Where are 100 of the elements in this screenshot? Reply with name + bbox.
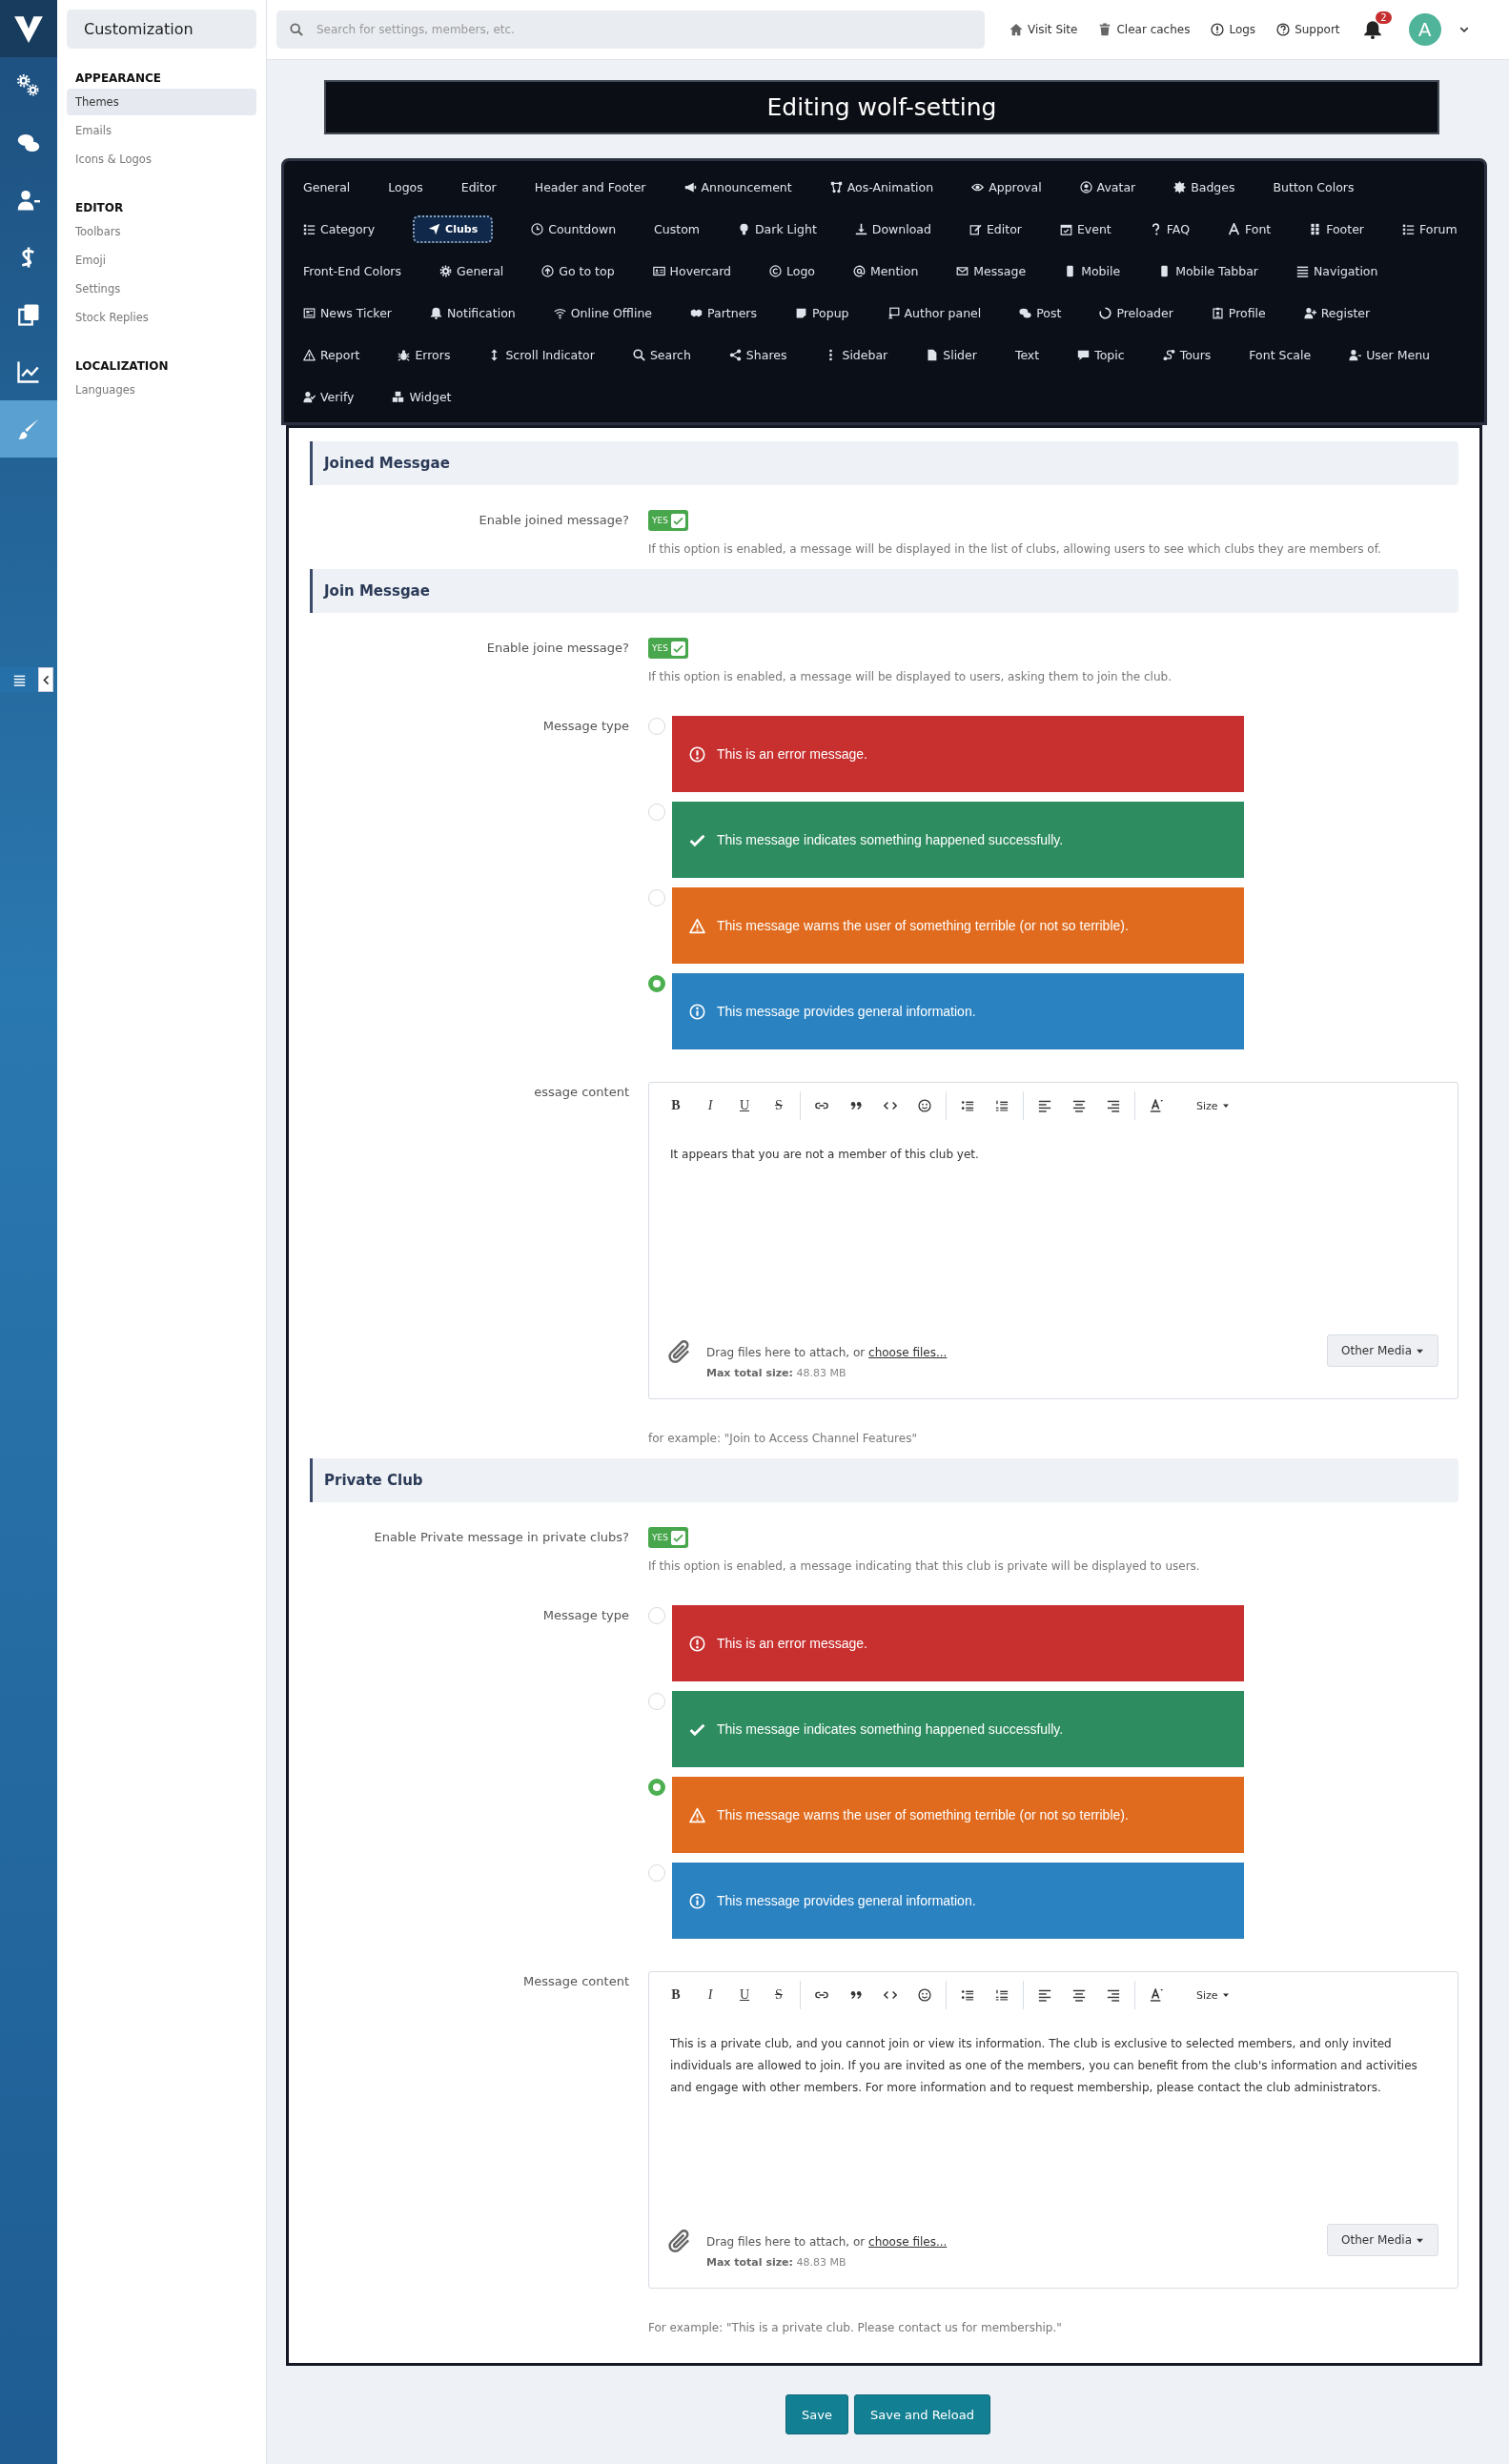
tab[interactable]: Button Colors (1273, 179, 1355, 194)
format-button[interactable]: U (727, 1091, 762, 1120)
tab[interactable]: Report (303, 347, 360, 362)
choose-files-link[interactable]: choose files... (868, 2235, 948, 2249)
search-field[interactable]: Search for settings, members, etc. (276, 10, 985, 49)
nav-link[interactable]: Icons & Logos (67, 146, 256, 173)
nav-link[interactable]: Emoji (67, 247, 256, 274)
tab[interactable]: Download (854, 221, 931, 236)
tab[interactable]: Post (1019, 305, 1062, 320)
circle-c-icon (769, 264, 782, 277)
nav-link[interactable]: Settings (67, 275, 256, 302)
nav-link[interactable]: Emails (67, 117, 256, 144)
tab[interactable]: Aos-Animation (829, 179, 934, 194)
user-icon (17, 189, 40, 212)
tab[interactable]: FAQ (1149, 221, 1190, 236)
size-dropdown[interactable]: Size (1187, 1988, 1239, 2002)
menu-button[interactable] (0, 667, 38, 692)
tab[interactable]: Dark Light (737, 221, 817, 236)
format-button[interactable]: B (659, 1981, 693, 2009)
comment-icon (1077, 348, 1091, 361)
tab[interactable]: Announcement (683, 179, 792, 194)
tab[interactable]: Header and Footer (534, 179, 646, 194)
radio-button[interactable] (648, 1779, 665, 1796)
tab[interactable]: Sidebar (825, 347, 888, 362)
tab[interactable]: Custom (654, 221, 700, 236)
tab[interactable]: Verify (303, 389, 355, 404)
tab[interactable]: Slider (926, 347, 977, 362)
tab[interactable]: User Menu (1349, 347, 1430, 362)
tab[interactable]: Countdown (531, 221, 617, 236)
collapse-button[interactable] (38, 667, 53, 692)
format-button[interactable]: S (762, 1981, 796, 2009)
size-dropdown[interactable]: Size (1187, 1099, 1239, 1112)
tab[interactable]: Font Scale (1249, 347, 1312, 362)
tab[interactable]: Topic (1077, 347, 1125, 362)
tab[interactable]: Footer (1309, 221, 1364, 236)
tab[interactable]: Go to top (541, 263, 615, 278)
save-button[interactable]: Save (785, 2394, 848, 2434)
tab[interactable]: General (439, 263, 504, 278)
tab[interactable]: Text (1014, 347, 1040, 362)
tab[interactable]: Preloader (1099, 305, 1173, 320)
save-and-reload-button[interactable]: Save and Reload (854, 2394, 990, 2434)
tab[interactable]: Avatar (1079, 179, 1136, 194)
format-button[interactable]: U (727, 1981, 762, 2009)
tab[interactable]: Font (1228, 221, 1272, 236)
tab[interactable]: Clubs (413, 214, 494, 243)
tab[interactable]: Hovercard (652, 263, 731, 278)
tab[interactable]: Mention (853, 263, 919, 278)
tab[interactable]: Message (956, 263, 1027, 278)
format-button[interactable]: B (659, 1091, 693, 1120)
header-link[interactable]: Clear caches (1098, 23, 1191, 36)
header-link[interactable]: Support (1276, 23, 1340, 36)
tab[interactable]: Search (632, 347, 691, 362)
rich-text-editor[interactable] (648, 1971, 1458, 2289)
tab[interactable]: Profile (1211, 305, 1266, 320)
bulb-icon (737, 222, 750, 235)
tab[interactable]: Partners (690, 305, 757, 320)
tab[interactable]: Editor (460, 179, 497, 194)
tab[interactable]: Online Offline (553, 305, 653, 320)
notifications-button[interactable] (1362, 20, 1382, 39)
tab[interactable]: Category (303, 221, 376, 236)
trash-icon (1098, 23, 1112, 36)
radio-button[interactable] (648, 975, 665, 992)
rich-text-editor[interactable]: B I U S Size It appears that you are not a member of this club yet. Drag files here to attach, or choose files... Max total size: 48.83 MB Other Media (648, 1082, 1458, 1399)
tab[interactable]: Logo (769, 263, 815, 278)
tab[interactable]: Popup (795, 305, 849, 320)
tab[interactable]: Navigation (1296, 263, 1378, 278)
nav-link[interactable]: Themes (67, 89, 256, 115)
header-link[interactable]: Visit Site (1009, 23, 1078, 36)
tab[interactable]: Front-End Colors (303, 263, 401, 278)
tab[interactable]: Author panel (887, 305, 982, 320)
media-button[interactable]: Other Media (1327, 1334, 1438, 1367)
user-check-icon (303, 390, 316, 403)
format-button[interactable]: I (693, 1091, 727, 1120)
tab[interactable]: Mobile (1064, 263, 1121, 278)
tab[interactable]: Mobile Tabbar (1158, 263, 1258, 278)
tab[interactable]: Badges (1173, 179, 1235, 194)
format-button[interactable]: S (762, 1091, 796, 1120)
tab[interactable]: Tours (1162, 347, 1212, 362)
tab[interactable]: Editor (969, 221, 1022, 236)
tab[interactable]: Notification (430, 305, 516, 320)
tab[interactable]: Shares (728, 347, 787, 362)
tab[interactable]: Widget (392, 389, 452, 404)
tab[interactable]: Event (1059, 221, 1111, 236)
tab[interactable]: Register (1303, 305, 1371, 320)
nav-link[interactable]: Stock Replies (67, 304, 256, 331)
tab[interactable]: Scroll Indicator (488, 347, 595, 362)
tab[interactable]: Approval (971, 179, 1042, 194)
tab[interactable]: Forum (1402, 221, 1458, 236)
format-button[interactable]: I (693, 1981, 727, 2009)
tab[interactable]: General (303, 179, 351, 194)
nodes-icon (829, 180, 843, 193)
tab[interactable]: Logos (388, 179, 423, 194)
tab[interactable]: News Ticker (303, 305, 392, 320)
nav-link[interactable]: Toolbars (67, 218, 256, 245)
nav-link[interactable]: Languages (67, 377, 256, 403)
choose-files-link[interactable]: choose files... (868, 1346, 948, 1359)
header-link[interactable]: Logs (1211, 23, 1256, 36)
tab[interactable]: Errors (398, 347, 451, 362)
media-button[interactable]: Other Media (1327, 2224, 1438, 2256)
search-input[interactable]: Search for settings, members, etc. (315, 22, 971, 37)
